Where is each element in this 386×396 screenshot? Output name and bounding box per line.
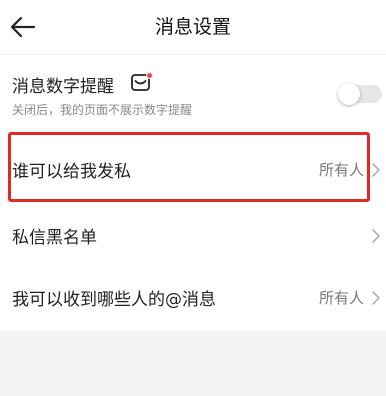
chevron-right-icon <box>372 229 380 243</box>
arrow-left-icon <box>10 16 36 38</box>
who-can-message-row[interactable]: 谁可以给我发私 所有人 <box>0 138 386 202</box>
blacklist-label: 私信黑名单 <box>12 228 97 248</box>
blacklist-row[interactable]: 私信黑名单 <box>0 202 386 266</box>
page-title: 消息设置 <box>154 16 231 38</box>
at-mentions-row[interactable]: 我可以收到哪些人的@消息 所有人 <box>0 266 386 330</box>
message-badge-toggle[interactable] <box>338 83 382 105</box>
at-mentions-label: 我可以收到哪些人的@消息 <box>12 290 216 310</box>
message-badge-label: 消息数字提醒 <box>12 77 114 97</box>
at-mentions-value: 所有人 <box>318 289 364 307</box>
message-badge-icon <box>131 72 153 91</box>
chevron-right-icon <box>372 163 380 177</box>
message-badge-description: 关闭后，我的页面不展示数字提醒 <box>12 103 193 117</box>
chevron-right-icon <box>372 291 380 305</box>
settings-list: 消息数字提醒 关闭后，我的页面不展示数字提醒 谁可以给我发私 所有人 私信黑名单… <box>0 54 386 330</box>
who-can-message-label: 谁可以给我发私 <box>12 162 131 182</box>
who-can-message-value: 所有人 <box>318 161 364 179</box>
back-button[interactable] <box>6 10 40 44</box>
toggle-knob <box>338 83 360 105</box>
header-bar: 消息设置 <box>0 0 386 54</box>
message-badge-setting-row: 消息数字提醒 关闭后，我的页面不展示数字提醒 <box>0 54 386 129</box>
